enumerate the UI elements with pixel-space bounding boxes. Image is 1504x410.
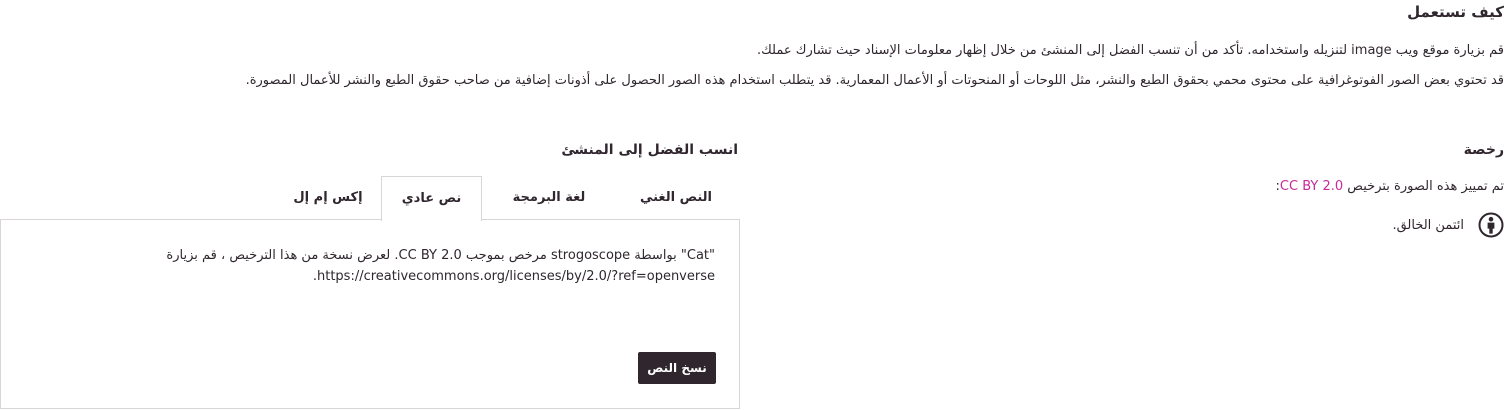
attribution-tabs: النص الغني لغة البرمجة نص عادي إكس إم إل: [0, 176, 740, 221]
license-line: تم تمييز هذه الصورة بترخيص CC BY 2.0:: [1276, 177, 1504, 197]
attribution-title: انسب الفضل إلى المنشئ: [561, 142, 738, 158]
tab-rich-text[interactable]: النص الغني: [612, 176, 740, 220]
how-to-use-paragraph-2: قد تحتوي بعض الصور الفوتوغرافية على محتو…: [245, 73, 1504, 88]
license-link[interactable]: CC BY 2.0: [1280, 179, 1343, 194]
license-title: رخصة: [1463, 142, 1504, 158]
license-element-by: ائتمن الخالق.: [1392, 211, 1504, 239]
tab-html[interactable]: لغة البرمجة: [482, 176, 616, 220]
license-line-prefix: تم تمييز هذه الصورة بترخيص: [1343, 179, 1504, 194]
tab-plain-text[interactable]: نص عادي: [381, 176, 482, 221]
how-to-use-paragraph-1: قم بزيارة موقع ويب image لتنزيله واستخدا…: [756, 43, 1504, 58]
tab-xml[interactable]: إكس إم إل: [272, 176, 384, 220]
copy-text-button[interactable]: نسخ النص: [638, 352, 716, 384]
how-to-use-title: كيف تستعمل: [1407, 3, 1504, 21]
attribution-text: "Cat" بواسطة strogoscope مرخص بموجب CC B…: [166, 248, 715, 284]
cc-by-person-icon: [1478, 212, 1504, 238]
license-by-text: ائتمن الخالق.: [1392, 217, 1464, 233]
attribution-panel: "Cat" بواسطة strogoscope مرخص بموجب CC B…: [0, 219, 740, 409]
